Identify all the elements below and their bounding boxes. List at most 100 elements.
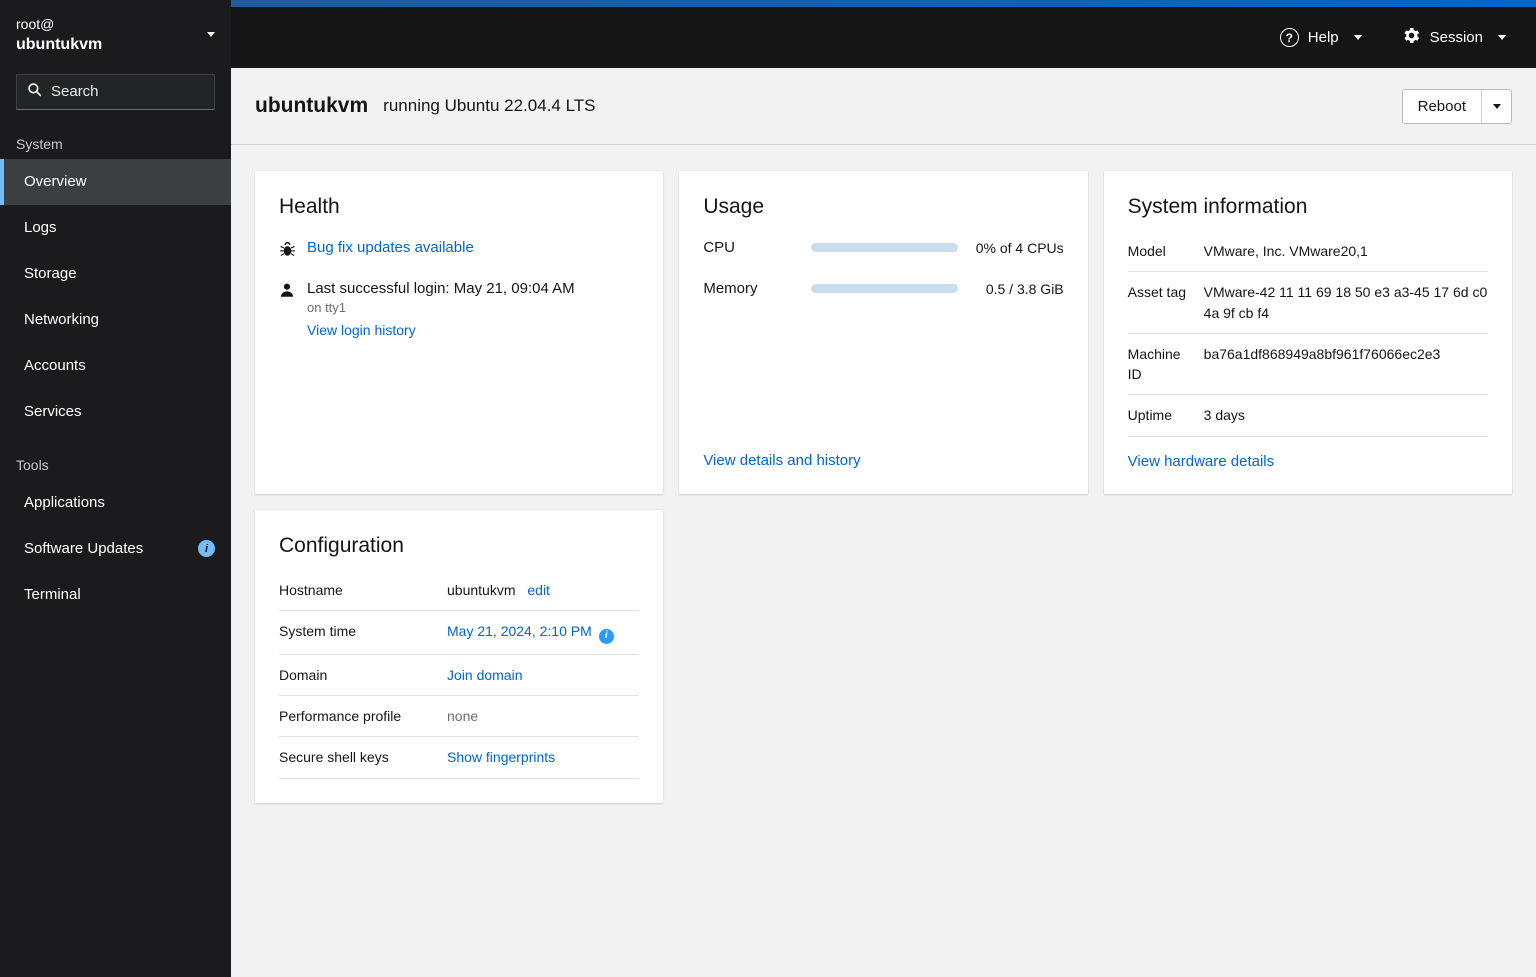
page-header: ubuntukvm running Ubuntu 22.04.4 LTS Reb… [231,68,1536,145]
sidebar-item-label: Accounts [24,357,86,375]
sidebar-item-terminal[interactable]: Terminal [0,572,231,618]
last-login-detail: on tty1 [307,300,347,315]
os-subtitle: running Ubuntu 22.04.4 LTS [383,96,596,115]
row-label: Secure shell keys [279,749,389,766]
question-circle-icon [1279,28,1299,47]
current-host: ubuntukvm [16,36,103,54]
sidebar-item-accounts[interactable]: Accounts [0,343,231,389]
row-label: Domain [279,666,328,683]
card-title: Health [279,195,340,218]
show-fingerprints-link[interactable]: Show fingerprints [447,749,555,765]
reboot-split-button: Reboot [1401,88,1512,124]
health-card: Health Bug fix updates available Last su… [255,171,664,494]
chevron-down-icon [1353,35,1362,40]
row-value: 3 days [1203,407,1245,424]
search-icon [27,82,42,102]
view-login-history-link[interactable]: View login history [307,322,416,338]
sidebar-item-logs[interactable]: Logs [0,205,231,251]
gear-icon [1402,26,1421,49]
configuration-card: Configuration Hostname ubuntukvm edit Sy… [255,509,664,803]
join-domain-link[interactable]: Join domain [447,667,523,683]
sidebar: root@ ubuntukvm System Overview Logs Sto… [0,0,250,977]
hostname-value: ubuntukvm [447,581,516,598]
sidebar-item-label: Software Updates [24,540,144,558]
usage-card: Usage CPU 0% of 4 CPUs Memory 0.5 / 3.8 … [679,171,1088,494]
main-column: Help Session ubuntukvm running Ubuntu 22… [231,0,1536,977]
accent-bar [231,0,1536,7]
edit-hostname-link[interactable]: edit [527,582,550,598]
table-row-hostname: Hostname ubuntukvm edit [279,578,640,612]
sidebar-item-label: Logs [24,219,57,237]
sidebar-item-label: Overview [24,173,87,191]
host-switcher-text: root@ ubuntukvm [16,14,102,56]
cockpit-app: root@ ubuntukvm System Overview Logs Sto… [0,0,1536,977]
reboot-button[interactable]: Reboot [1402,89,1481,123]
system-time-link[interactable]: May 21, 2024, 2:10 PM [447,623,592,639]
nav-section-system: System [16,135,63,152]
system-information-card: System information Model VMware, Inc. VM… [1103,171,1512,494]
row-label: Uptime [1127,407,1173,424]
masthead: Help Session [231,7,1536,68]
overview-content: Health Bug fix updates available Last su… [231,145,1536,977]
session-menu[interactable]: Session [1402,26,1506,49]
row-label: Machine ID [1127,345,1181,383]
user-icon [279,282,296,302]
sidebar-item-applications[interactable]: Applications [0,480,231,526]
sidebar-item-storage[interactable]: Storage [0,251,231,297]
sidebar-item-label: Networking [24,311,100,329]
last-login-block: Last successful login: May 21, 09:04 AM … [307,280,575,339]
sidebar-nav: System Overview Logs Storage Networking … [0,114,231,618]
sidebar-item-label: Applications [24,494,105,512]
chevron-down-icon [1492,103,1501,109]
nav-section-tools: Tools [16,456,49,473]
table-row-system-time: System time May 21, 2024, 2:10 PM [279,611,640,655]
row-label: System time [279,623,357,640]
table-row-domain: Domain Join domain [279,655,640,697]
memory-usage-row: Memory 0.5 / 3.8 GiB [703,280,1063,297]
chevron-down-icon [207,32,215,38]
row-label: Asset tag [1127,284,1187,301]
card-title: System information [1127,195,1308,218]
cpu-progress-bar [811,243,958,252]
row-label: Hostname [279,581,343,598]
row-value: Join domain [447,665,639,685]
chevron-down-icon [1498,35,1506,40]
session-label: Session [1429,29,1483,46]
sidebar-item-software-updates[interactable]: Software Updates i [0,526,231,572]
search-box[interactable] [16,73,250,110]
host-switcher[interactable]: root@ ubuntukvm [0,0,231,66]
page-title-hostname: ubuntukvm [255,94,369,117]
info-icon [598,628,614,644]
configuration-list: Hostname ubuntukvm edit System time May … [279,578,640,779]
search-input[interactable] [51,83,250,101]
bug-fix-updates-link[interactable]: Bug fix updates available [307,239,474,256]
logged-in-user: root@ [16,16,55,32]
cpu-label: CPU [703,239,735,256]
memory-usage-value: 0.5 / 3.8 GiB [985,280,1064,297]
row-value: VMware, Inc. VMware20,1 [1203,243,1368,259]
table-row: Model VMware, Inc. VMware20,1 [1127,239,1488,273]
info-badge-icon: i [198,540,215,558]
sidebar-item-label: Terminal [24,586,81,604]
table-row-secure-shell-keys: Secure shell keys Show fingerprints [279,737,640,779]
row-value: none [447,708,479,725]
reboot-dropdown-toggle[interactable] [1481,89,1511,123]
sidebar-item-label: Services [24,403,82,421]
sidebar-item-networking[interactable]: Networking [0,297,231,343]
table-row: Uptime 3 days [1127,395,1488,437]
row-value: Show fingerprints [447,747,639,767]
last-login-text: Last successful login: May 21, 09:04 AM [307,280,575,297]
help-menu[interactable]: Help [1279,28,1362,47]
sidebar-item-services[interactable]: Services [0,389,231,435]
sidebar-item-overview[interactable]: Overview [0,158,231,205]
table-row-performance-profile: Performance profile none [279,696,640,738]
card-title: Usage [703,195,765,218]
view-hardware-details-link[interactable]: View hardware details [1128,453,1488,470]
table-row: Machine ID ba76a1df868949a8bf961f76066ec… [1127,334,1488,396]
row-label: Performance profile [279,708,402,725]
row-value: ba76a1df868949a8bf961f76066ec2e3 [1203,345,1441,362]
view-details-history-link[interactable]: View details and history [703,452,860,469]
memory-progress-bar [811,284,958,293]
card-title: Configuration [279,533,404,557]
system-information-list: Model VMware, Inc. VMware20,1 Asset tag … [1127,239,1488,437]
